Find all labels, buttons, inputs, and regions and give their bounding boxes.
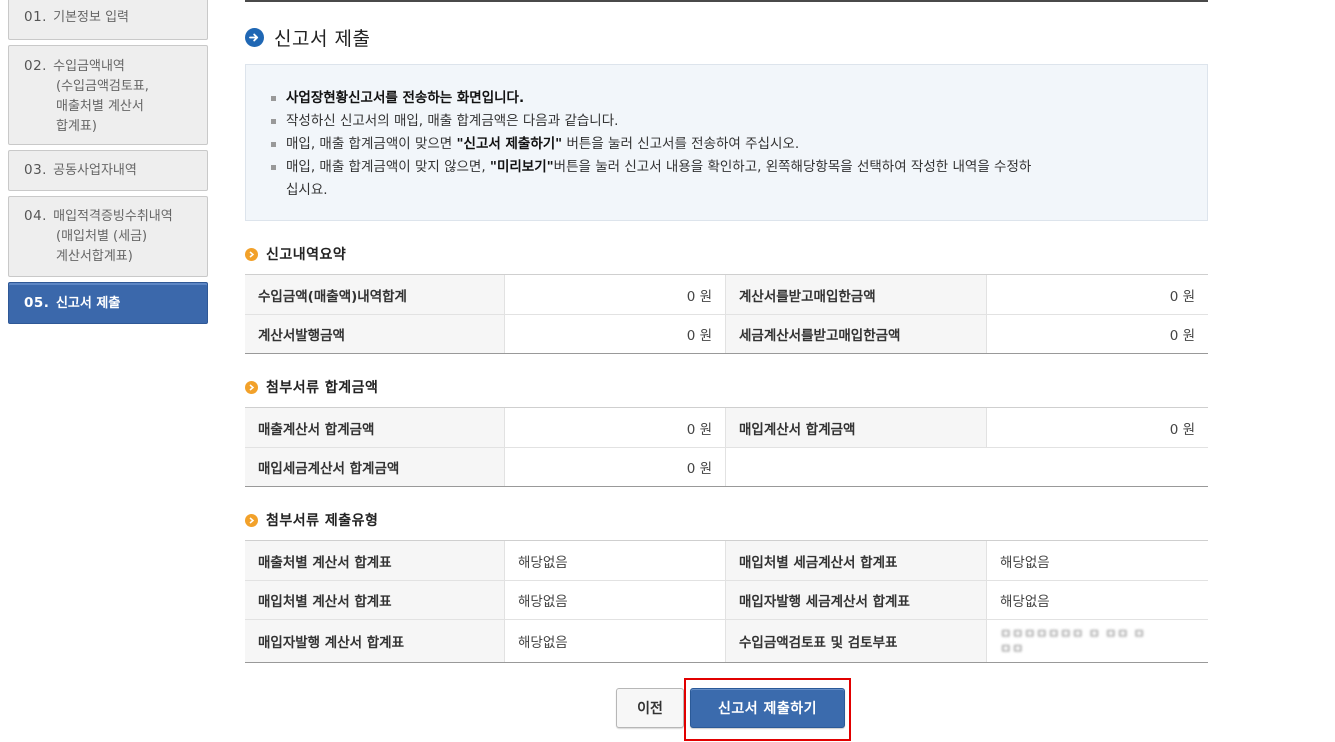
section-heading-summary: 신고내역요약 — [245, 244, 346, 264]
attach-amount-table: 매출계산서 합계금액 0 원 매입계산서 합계금액 0 원 매입세금계산서 합계… — [245, 407, 1208, 487]
table-row: 매입자발행 계산서 합계표 해당없음 수입금액검토표 및 검토부표 ㅁㅁㅁㅁㅁㅁ… — [245, 620, 1208, 662]
row-value: 해당없음 — [1000, 594, 1050, 610]
row-label: 매입처별 세금계산서 합계표 — [726, 541, 987, 580]
notice-line: 매입, 매출 합계금액이 맞지 않으면, "미리보기"버튼을 눌러 신고서 내용… — [270, 156, 1187, 202]
step-sublabel: (매입처별 (세금) — [56, 229, 148, 244]
row-value: 0 원 — [1169, 288, 1195, 305]
step-number: 04. — [24, 208, 47, 224]
table-row: 계산서발행금액 0 원 세금계산서를받고매입한금액 0 원 — [245, 315, 1208, 353]
step-sublabel: 합계표) — [56, 119, 97, 134]
summary-table: 수입금액(매출액)내역합계 0 원 계산서를받고매입한금액 0 원 계산서발행금… — [245, 274, 1208, 354]
row-value: 0 원 — [505, 408, 726, 447]
top-divider — [245, 0, 1208, 2]
row-value: 0 원 — [505, 275, 726, 314]
step-item-05-active[interactable]: 05. 신고서 제출 — [8, 282, 208, 324]
step-number: 02. — [24, 58, 47, 74]
row-value: 0 원 — [505, 448, 726, 486]
step-item-04[interactable]: 04. 매입적격증빙수취내역 (매입처별 (세금) 계산서합계표) — [8, 196, 208, 277]
step-label: 기본정보 입력 — [53, 10, 130, 25]
row-value: 0 원 — [505, 315, 726, 353]
row-label: 매입계산서 합계금액 — [726, 408, 987, 447]
table-row: 매출계산서 합계금액 0 원 매입계산서 합계금액 0 원 — [245, 408, 1208, 448]
row-value: 0 원 — [1169, 421, 1195, 438]
page-title: 신고서 제출 — [245, 24, 370, 50]
step-item-01[interactable]: 01. 기본정보 입력 — [8, 0, 208, 40]
row-label: 계산서를받고매입한금액 — [726, 275, 987, 314]
step-label: 매입적격증빙수취내역 — [53, 209, 173, 224]
row-value: 해당없음 — [505, 541, 726, 580]
section-heading-attach-amount: 첨부서류 합계금액 — [245, 377, 378, 397]
table-row: 수입금액(매출액)내역합계 0 원 계산서를받고매입한금액 0 원 — [245, 275, 1208, 315]
page-title-text: 신고서 제출 — [274, 27, 371, 50]
row-label: 매입자발행 세금계산서 합계표 — [726, 581, 987, 619]
chevron-right-icon — [245, 247, 258, 261]
row-label: 매입세금계산서 합계금액 — [245, 448, 505, 486]
notice-line: 작성하신 신고서의 매입, 매출 합계금액은 다음과 같습니다. — [270, 110, 1187, 133]
step-item-02[interactable]: 02. 수입금액내역 (수입금액검토표, 매출처별 계산서 합계표) — [8, 45, 208, 145]
row-value: 0 원 — [1169, 328, 1195, 344]
table-row: 매출처별 계산서 합계표 해당없음 매입처별 세금계산서 합계표 해당없음 — [245, 541, 1208, 581]
row-label: 세금계산서를받고매입한금액 — [726, 315, 987, 353]
attach-type-table: 매출처별 계산서 합계표 해당없음 매입처별 세금계산서 합계표 해당없음 매입… — [245, 540, 1208, 663]
table-row: 매입세금계산서 합계금액 0 원 — [245, 448, 1208, 486]
row-label: 수입금액검토표 및 검토부표 — [726, 620, 987, 662]
row-label: 매입자발행 계산서 합계표 — [245, 620, 505, 662]
step-label: 신고서 제출 — [55, 296, 121, 311]
row-value-redacted: ㅁㅁㅁㅁㅁㅁㅁ ㅁ ㅁㅁ ㅁ ㅁㅁ — [987, 620, 1208, 662]
redacted-text: ㅁㅁㅁㅁㅁㅁㅁ ㅁ ㅁㅁ ㅁ — [1000, 626, 1146, 641]
notice-box: 사업장현황신고서를 전송하는 화면입니다. 작성하신 신고서의 매입, 매출 합… — [245, 64, 1208, 221]
prev-button[interactable]: 이전 — [616, 688, 684, 728]
arrow-right-circle-icon — [245, 27, 264, 47]
submit-report-button[interactable]: 신고서 제출하기 — [690, 688, 845, 728]
step-sublabel: (수입금액검토표, — [56, 79, 149, 94]
step-number: 05. — [24, 295, 50, 311]
step-number: 01. — [24, 9, 47, 25]
step-item-03[interactable]: 03. 공동사업자내역 — [8, 150, 208, 191]
section-heading-attach-type: 첨부서류 제출유형 — [245, 510, 378, 530]
step-label: 공동사업자내역 — [53, 163, 137, 178]
notice-line: 사업장현황신고서를 전송하는 화면입니다. — [270, 87, 1187, 110]
row-label: 매입처별 계산서 합계표 — [245, 581, 505, 619]
row-label: 매출계산서 합계금액 — [245, 408, 505, 447]
row-label: 매출처별 계산서 합계표 — [245, 541, 505, 580]
table-row: 매입처별 계산서 합계표 해당없음 매입자발행 세금계산서 합계표 해당없음 — [245, 581, 1208, 620]
chevron-right-icon — [245, 380, 258, 394]
row-value: 해당없음 — [1000, 554, 1050, 571]
row-value: 해당없음 — [505, 581, 726, 619]
empty-cell — [726, 448, 1208, 486]
step-number: 03. — [24, 162, 47, 178]
step-sublabel: 매출처별 계산서 — [56, 99, 144, 114]
step-sublabel: 계산서합계표) — [56, 249, 133, 264]
step-label: 수입금액내역 — [53, 59, 125, 74]
row-value: 해당없음 — [505, 620, 726, 662]
row-label: 수입금액(매출액)내역합계 — [245, 275, 505, 314]
row-label: 계산서발행금액 — [245, 315, 505, 353]
chevron-right-icon — [245, 513, 258, 527]
redacted-text: ㅁㅁ — [1000, 641, 1025, 656]
notice-line: 매입, 매출 합계금액이 맞으면 "신고서 제출하기" 버튼을 눌러 신고서를 … — [270, 133, 1187, 156]
